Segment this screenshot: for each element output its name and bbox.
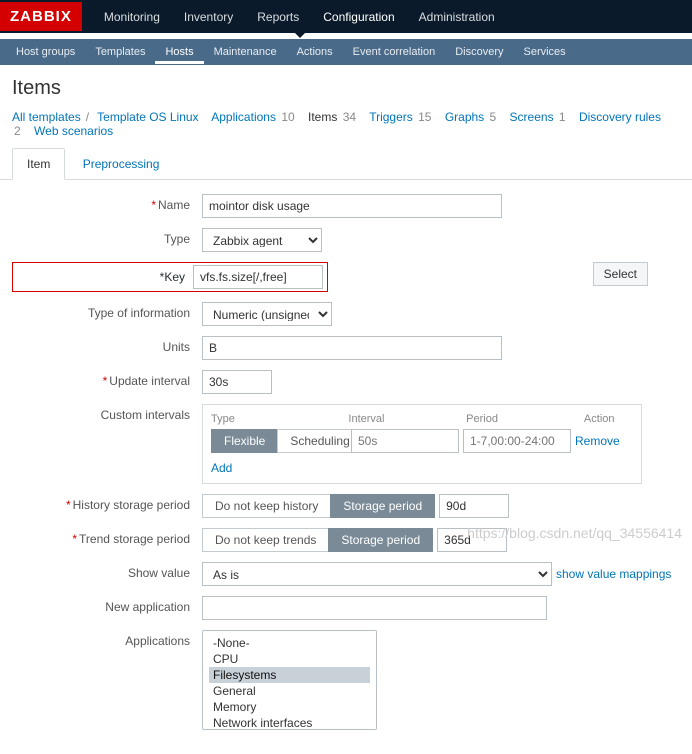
- update-interval-label: Update interval: [109, 374, 190, 388]
- logo: ZABBIX: [0, 2, 82, 31]
- subnav-maintenance[interactable]: Maintenance: [204, 40, 287, 64]
- units-input[interactable]: [202, 336, 502, 360]
- trend-keep-button[interactable]: Storage period: [328, 528, 433, 552]
- ci-period-input[interactable]: [463, 429, 571, 453]
- trend-input[interactable]: [437, 528, 507, 552]
- toi-select[interactable]: Numeric (unsigned): [202, 302, 332, 326]
- bc-graphs[interactable]: Graphs: [445, 110, 484, 124]
- bc-discovery[interactable]: Discovery rules: [579, 110, 661, 124]
- bc-screens-count: 1: [559, 110, 566, 124]
- nav-inventory[interactable]: Inventory: [172, 1, 245, 33]
- ci-remove-link[interactable]: Remove: [575, 434, 620, 448]
- bc-triggers[interactable]: Triggers: [369, 110, 413, 124]
- ci-scheduling-button[interactable]: Scheduling: [277, 429, 362, 453]
- key-label: Key: [164, 270, 185, 284]
- applications-label: Applications: [125, 634, 190, 648]
- top-nav: Monitoring Inventory Reports Configurati…: [92, 1, 507, 33]
- app-option-general[interactable]: General: [209, 683, 370, 699]
- bc-all-templates[interactable]: All templates: [12, 110, 81, 124]
- nav-monitoring[interactable]: Monitoring: [92, 1, 172, 33]
- ci-flexible-button[interactable]: Flexible: [211, 429, 277, 453]
- type-select[interactable]: Zabbix agent: [202, 228, 322, 252]
- tabs: Item Preprocessing: [0, 148, 692, 180]
- app-option-memory[interactable]: Memory: [209, 699, 370, 715]
- history-input[interactable]: [439, 494, 509, 518]
- show-value-label: Show value: [128, 566, 190, 580]
- custom-intervals-label: Custom intervals: [101, 408, 190, 422]
- trend-label: Trend storage period: [79, 532, 190, 546]
- subnav-host-groups[interactable]: Host groups: [6, 40, 85, 64]
- ci-head-type: Type: [211, 413, 348, 425]
- subnav-discovery[interactable]: Discovery: [445, 40, 513, 64]
- new-application-input[interactable]: [202, 596, 547, 620]
- history-keep-button[interactable]: Storage period: [330, 494, 435, 518]
- new-application-label: New application: [105, 600, 190, 614]
- name-input[interactable]: [202, 194, 502, 218]
- subnav-templates[interactable]: Templates: [85, 40, 155, 64]
- ci-add-link[interactable]: Add: [211, 461, 633, 475]
- nav-arrow-icon: [294, 32, 306, 38]
- bc-web[interactable]: Web scenarios: [34, 124, 113, 138]
- subnav-hosts[interactable]: Hosts: [155, 40, 203, 64]
- bc-discovery-count: 2: [14, 124, 21, 138]
- update-interval-input[interactable]: [202, 370, 272, 394]
- type-label: Type: [164, 232, 190, 246]
- show-value-mappings-link[interactable]: show value mappings: [556, 567, 671, 581]
- app-option-filesystems[interactable]: Filesystems: [209, 667, 370, 683]
- applications-select[interactable]: -None- CPU Filesystems General Memory Ne…: [202, 630, 377, 730]
- page-title: Items: [0, 65, 692, 110]
- bc-applications[interactable]: Applications: [211, 110, 276, 124]
- ci-interval-input[interactable]: [351, 429, 459, 453]
- subnav-actions[interactable]: Actions: [287, 40, 343, 64]
- name-label: Name: [158, 198, 190, 212]
- tab-item[interactable]: Item: [12, 148, 65, 180]
- bc-triggers-count: 15: [418, 110, 431, 124]
- history-label: History storage period: [73, 498, 190, 512]
- history-nokeep-button[interactable]: Do not keep history: [202, 494, 330, 518]
- bc-screens[interactable]: Screens: [510, 110, 554, 124]
- bc-applications-count: 10: [281, 110, 294, 124]
- key-input[interactable]: [193, 265, 323, 289]
- item-form: *Name Type Zabbix agent *Key Select Type…: [0, 180, 692, 754]
- nav-configuration[interactable]: Configuration: [311, 1, 406, 33]
- bc-items-count: 34: [343, 110, 356, 124]
- toi-label: Type of information: [88, 306, 190, 320]
- ci-head-action: Action: [584, 413, 633, 425]
- ci-head-interval: Interval: [348, 413, 466, 425]
- app-option-network[interactable]: Network interfaces: [209, 715, 370, 730]
- bc-graphs-count: 5: [490, 110, 497, 124]
- units-label: Units: [163, 340, 190, 354]
- nav-reports[interactable]: Reports: [245, 1, 311, 33]
- show-value-select[interactable]: As is: [202, 562, 552, 586]
- sub-nav: Host groups Templates Hosts Maintenance …: [0, 39, 692, 65]
- subnav-services[interactable]: Services: [514, 40, 576, 64]
- nav-administration[interactable]: Administration: [407, 1, 507, 33]
- bc-template[interactable]: Template OS Linux: [97, 110, 198, 124]
- app-option-cpu[interactable]: CPU: [209, 651, 370, 667]
- app-option-none[interactable]: -None-: [209, 635, 370, 651]
- breadcrumb: All templates/ Template OS Linux Applica…: [0, 110, 692, 144]
- trend-nokeep-button[interactable]: Do not keep trends: [202, 528, 328, 552]
- ci-head-period: Period: [466, 413, 584, 425]
- select-button[interactable]: Select: [593, 262, 648, 286]
- tab-preprocessing[interactable]: Preprocessing: [69, 149, 174, 179]
- bc-items: Items: [308, 110, 337, 124]
- subnav-event-correlation[interactable]: Event correlation: [343, 40, 446, 64]
